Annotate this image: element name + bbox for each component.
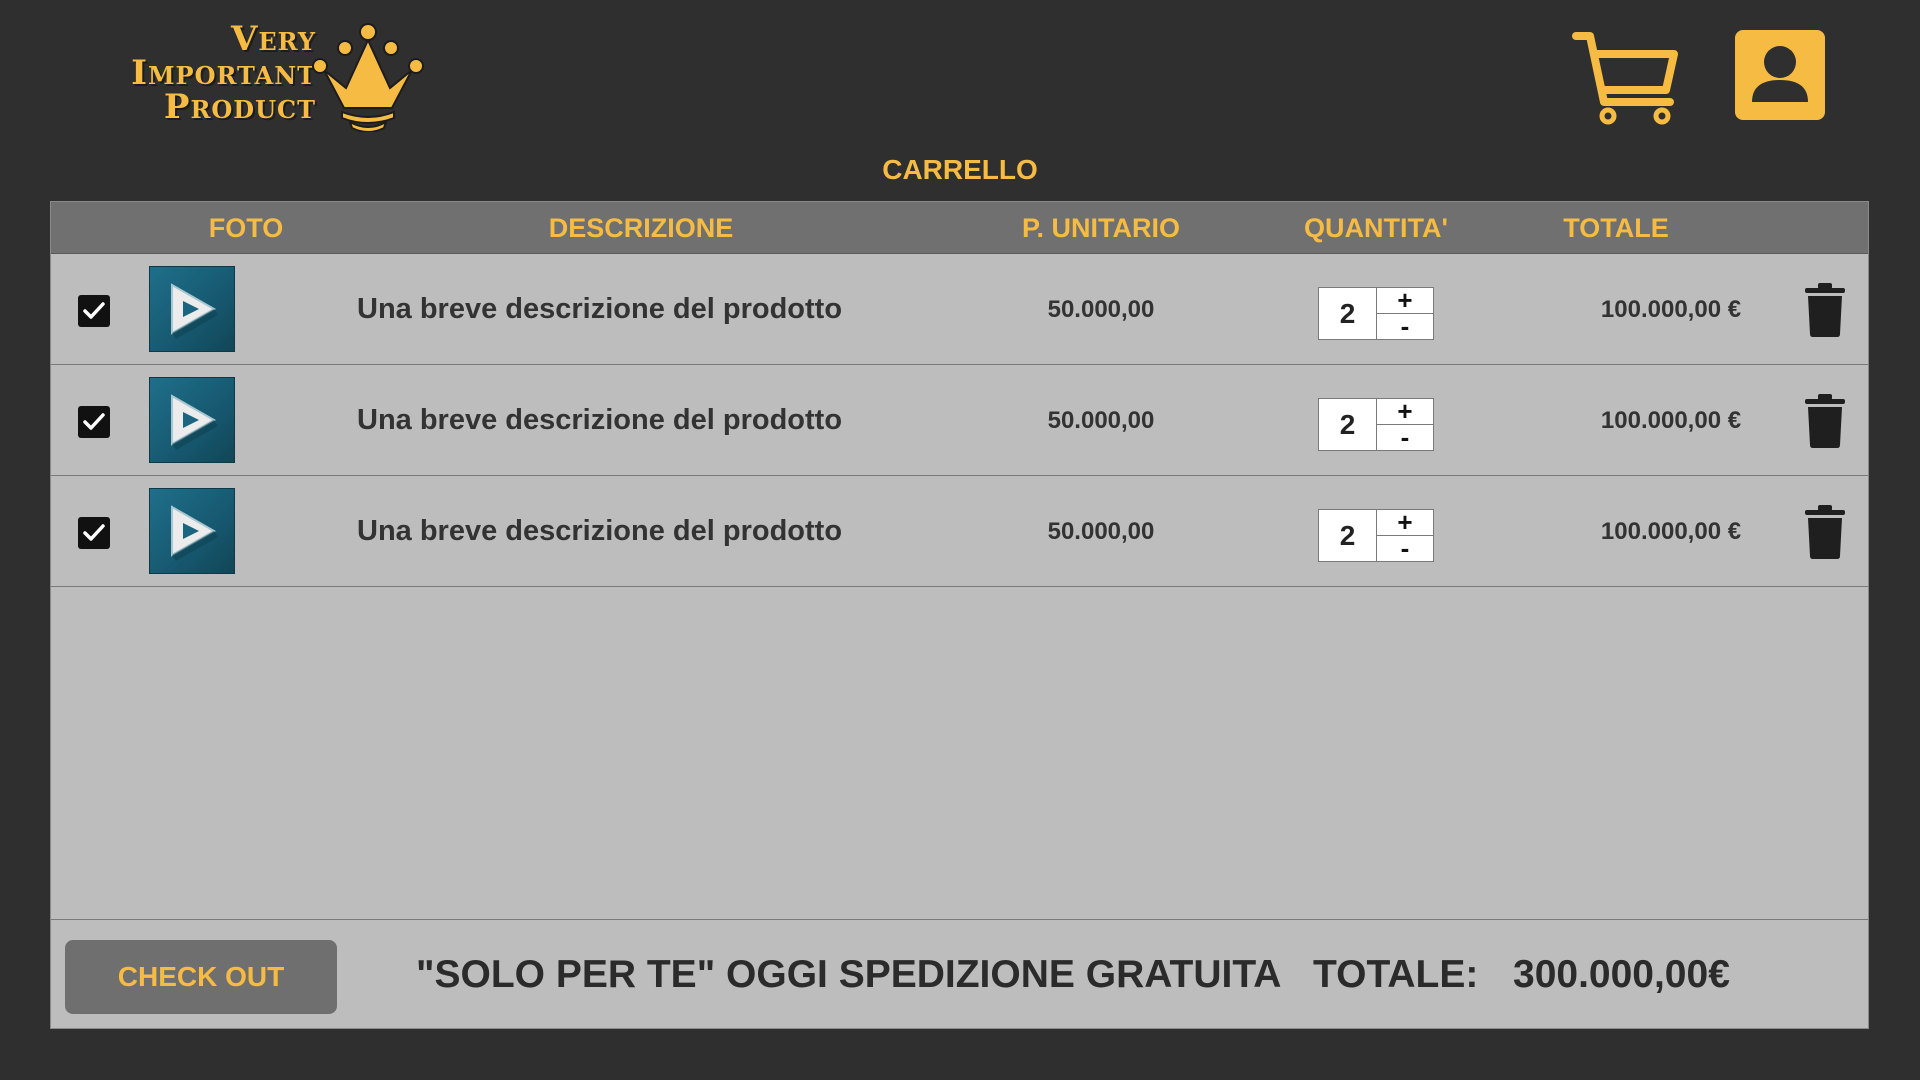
checkout-button[interactable]: CHECK OUT xyxy=(65,940,337,1014)
trash-icon[interactable] xyxy=(1803,504,1847,560)
user-icon xyxy=(1752,46,1808,102)
crown-icon xyxy=(312,23,424,132)
column-header-descrizione: DESCRIZIONE xyxy=(548,213,734,243)
column-header-quantita: QUANTITA' xyxy=(1304,213,1448,243)
item-unit-price: 50.000,00 xyxy=(1047,518,1155,545)
quantity-decrease-button[interactable]: - xyxy=(1377,424,1433,450)
page-title: CARRELLO xyxy=(882,154,1038,185)
quantity-value[interactable]: 2 xyxy=(1319,510,1377,561)
quantity-value[interactable]: 2 xyxy=(1319,399,1377,450)
cart-button[interactable] xyxy=(1570,26,1682,126)
item-unit-price: 50.000,00 xyxy=(1047,296,1155,323)
cart-summary-bar: CHECK OUT "SOLO PER TE" OGGI SPEDIZIONE … xyxy=(51,919,1868,1028)
table-row: Una breve descrizione del prodotto 50.00… xyxy=(51,476,1868,587)
quantity-stepper: 2 + - xyxy=(1318,509,1434,562)
quantity-decrease-button[interactable]: - xyxy=(1377,313,1433,339)
cart-table: FOTO DESCRIZIONE P. UNITARIO QUANTITA' T… xyxy=(50,201,1869,1029)
product-image-icon xyxy=(171,283,218,339)
quantity-stepper: 2 + - xyxy=(1318,287,1434,340)
table-row: Una breve descrizione del prodotto 50.00… xyxy=(51,365,1868,476)
column-header-totale: TOTALE xyxy=(1563,213,1669,243)
grand-total-label: TOTALE: xyxy=(1313,953,1479,996)
trash-icon[interactable] xyxy=(1803,282,1847,338)
quantity-value[interactable]: 2 xyxy=(1319,288,1377,339)
check-icon xyxy=(83,302,105,319)
logo-line-1: Very xyxy=(230,19,316,59)
column-header-foto: FOTO xyxy=(208,213,284,243)
grand-total-value: 300.000,00€ xyxy=(1513,953,1730,996)
product-image-icon xyxy=(171,505,218,561)
product-image-icon xyxy=(171,394,218,450)
product-thumbnail[interactable] xyxy=(149,488,235,574)
item-select-checkbox[interactable] xyxy=(78,406,110,438)
item-select-checkbox[interactable] xyxy=(78,295,110,327)
column-header-prezzo-unitario: P. UNITARIO xyxy=(1021,213,1181,243)
quantity-decrease-button[interactable]: - xyxy=(1377,535,1433,561)
item-total: 100.000,00 € xyxy=(1600,296,1742,323)
table-header: FOTO DESCRIZIONE P. UNITARIO QUANTITA' T… xyxy=(51,202,1868,254)
item-select-checkbox[interactable] xyxy=(78,517,110,549)
brand-logo[interactable]: Very Important Product xyxy=(96,22,426,132)
item-total: 100.000,00 € xyxy=(1600,518,1742,545)
product-thumbnail[interactable] xyxy=(149,266,235,352)
item-description: Una breve descrizione del prodotto xyxy=(357,293,843,325)
shopping-cart-icon xyxy=(1572,32,1678,125)
item-description: Una breve descrizione del prodotto xyxy=(357,404,843,436)
check-icon xyxy=(83,524,105,541)
free-shipping-promo: "SOLO PER TE" OGGI SPEDIZIONE GRATUITA xyxy=(416,953,1282,996)
logo-line-2: Important xyxy=(131,53,316,93)
item-total: 100.000,00 € xyxy=(1600,407,1742,434)
product-thumbnail[interactable] xyxy=(149,377,235,463)
table-row: Una breve descrizione del prodotto 50.00… xyxy=(51,254,1868,365)
quantity-stepper: 2 + - xyxy=(1318,398,1434,451)
logo-wordmark: Very Important Product xyxy=(96,22,316,124)
logo-line-3: Product xyxy=(163,87,316,127)
user-account-button[interactable] xyxy=(1735,30,1825,120)
check-icon xyxy=(83,413,105,430)
item-description: Una breve descrizione del prodotto xyxy=(357,515,843,547)
trash-icon[interactable] xyxy=(1803,393,1847,449)
item-unit-price: 50.000,00 xyxy=(1047,407,1155,434)
